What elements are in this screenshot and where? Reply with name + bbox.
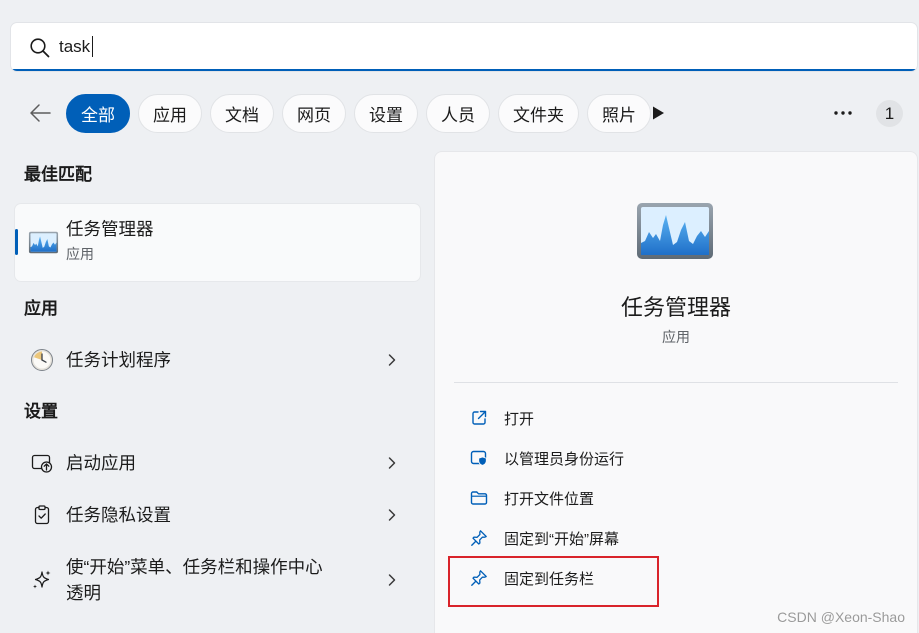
list-item-label: 启动应用 (66, 453, 136, 473)
action-label: 固定到“开始”屏幕 (504, 530, 619, 548)
apps-heading: 应用 (24, 299, 58, 318)
action-run-as-admin[interactable]: 以管理员身份运行 (454, 438, 898, 478)
tab-people[interactable]: 人员 (426, 94, 490, 133)
tab-web[interactable]: 网页 (282, 94, 346, 133)
task-scheduler-icon (31, 349, 53, 371)
text-caret (92, 36, 94, 57)
tab-settings[interactable]: 设置 (354, 94, 418, 133)
chevron-right-icon (388, 354, 396, 366)
search-box[interactable]: task (10, 22, 918, 72)
search-input-value: task (59, 36, 91, 56)
list-item-transparency[interactable]: 使“开始”菜单、任务栏和操作中心 透明 (15, 548, 420, 612)
startup-apps-icon (31, 454, 53, 473)
best-match-heading: 最佳匹配 (24, 165, 92, 184)
watermark: CSDN @Xeon-Shao (777, 609, 905, 625)
list-item-label: 使“开始”菜单、任务栏和操作中心 透明 (66, 554, 323, 606)
play-icon (653, 106, 664, 120)
highlight-box (448, 556, 659, 607)
folder-icon (470, 491, 488, 505)
tab-apps[interactable]: 应用 (138, 94, 202, 133)
filter-tabs: 全部 应用 文档 网页 设置 人员 文件夹 照片 (66, 94, 651, 133)
list-item-task-privacy[interactable]: 任务隐私设置 (15, 490, 420, 540)
chevron-right-icon (388, 457, 396, 469)
more-options-button[interactable] (832, 107, 854, 119)
chevron-right-icon (388, 574, 396, 586)
action-open[interactable]: 打开 (454, 398, 898, 438)
task-manager-icon (637, 203, 713, 259)
open-external-icon (472, 410, 487, 425)
more-icon (834, 111, 852, 115)
selection-indicator (15, 229, 18, 255)
admin-shield-icon (470, 450, 487, 466)
action-label: 以管理员身份运行 (504, 450, 625, 468)
clipboard-check-icon (34, 505, 50, 525)
pin-icon (471, 530, 487, 546)
list-item-label: 任务计划程序 (66, 350, 171, 370)
detail-title: 任务管理器 (620, 295, 731, 320)
search-icon (30, 38, 50, 58)
tab-all[interactable]: 全部 (66, 94, 130, 133)
search-input[interactable]: task (59, 23, 94, 70)
detail-subtitle: 应用 (662, 329, 690, 345)
list-item-label-line: 使“开始”菜单、任务栏和操作中心 (66, 557, 323, 577)
list-item-label-line: 透明 (66, 583, 101, 603)
back-arrow-icon (30, 104, 51, 122)
tab-photos[interactable]: 照片 (587, 94, 651, 133)
tab-documents[interactable]: 文档 (210, 94, 274, 133)
settings-heading: 设置 (24, 402, 58, 421)
list-item-label: 任务隐私设置 (66, 505, 171, 525)
chevron-right-icon (388, 509, 396, 521)
list-item-task-scheduler[interactable]: 任务计划程序 (15, 335, 420, 385)
best-match-title: 任务管理器 (66, 219, 154, 239)
best-match-result[interactable]: 任务管理器 应用 (15, 204, 420, 281)
list-item-startup-apps[interactable]: 启动应用 (15, 438, 420, 488)
scroll-tabs-button[interactable] (651, 105, 665, 121)
action-label: 打开 (504, 410, 535, 428)
action-pin-to-start[interactable]: 固定到“开始”屏幕 (454, 518, 898, 558)
action-label: 打开文件位置 (504, 490, 595, 508)
best-match-subtitle: 应用 (66, 246, 94, 262)
back-button[interactable] (28, 101, 52, 125)
sparkle-icon (33, 570, 51, 589)
task-manager-icon (28, 231, 59, 254)
tab-folders[interactable]: 文件夹 (498, 94, 579, 133)
action-open-file-location[interactable]: 打开文件位置 (454, 478, 898, 518)
divider (454, 382, 898, 383)
search-focus-underline (11, 69, 917, 71)
count-badge[interactable]: 1 (876, 100, 903, 127)
